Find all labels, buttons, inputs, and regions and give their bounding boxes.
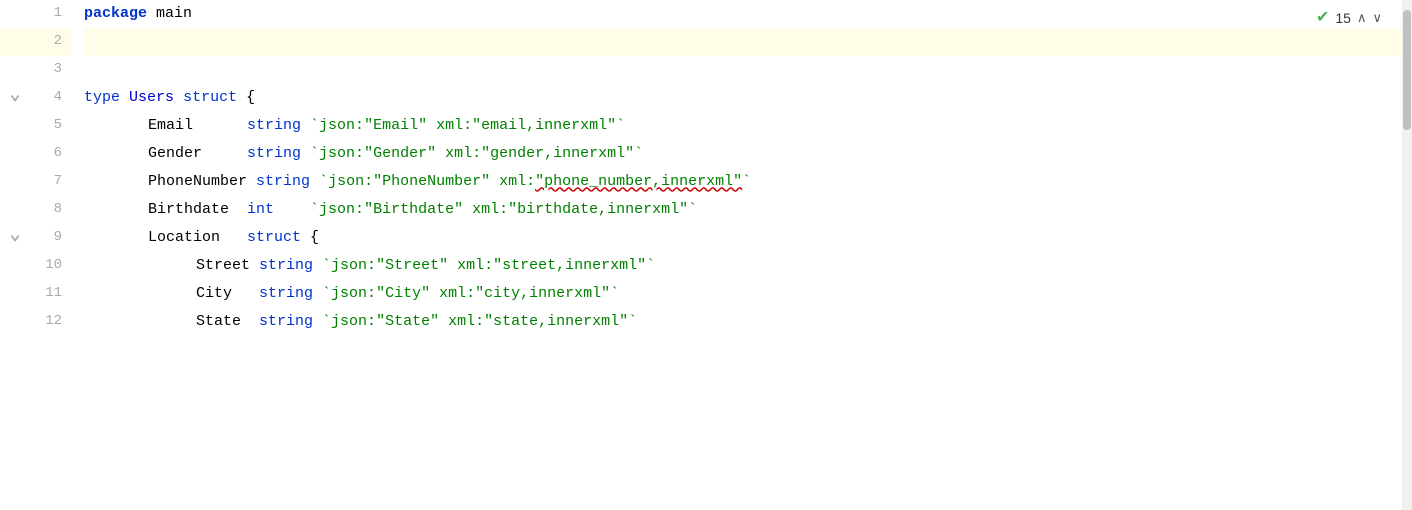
line-number-2: 2 (0, 28, 72, 56)
code-line-8: Birthdate int `json:"Birthdate" xml:"bir… (84, 196, 1412, 224)
line-number-10: 10 (0, 252, 72, 280)
token-package: package (84, 2, 147, 25)
line-number-6: 6 (0, 140, 72, 168)
line-number-1: 1 (0, 0, 72, 28)
line-gutter: 1 2 3 4 5 6 (0, 0, 72, 510)
line-number-12: 12 (0, 308, 72, 336)
code-line-9: Location struct { (84, 224, 1412, 252)
editor: ✔ 15 ∧ ∨ 1 2 3 4 (0, 0, 1412, 510)
code-line-7: PhoneNumber string `json:"PhoneNumber" x… (84, 168, 1412, 196)
fold-icon-9[interactable] (8, 231, 22, 245)
line-number-8: 8 (0, 196, 72, 224)
code-line-2 (84, 28, 1412, 56)
token-main: main (147, 2, 192, 25)
code-line-5: Email string `json:"Email" xml:"email,in… (84, 112, 1412, 140)
line-number-11: 11 (0, 280, 72, 308)
code-line-4: type Users struct { (84, 84, 1412, 112)
code-line-1: package main (84, 0, 1412, 28)
line-number-4: 4 (0, 84, 72, 112)
code-line-10: Street string `json:"Street" xml:"street… (84, 252, 1412, 280)
token-type-kw: type (84, 86, 120, 109)
line-number-3: 3 (0, 56, 72, 84)
code-line-3 (84, 56, 1412, 84)
code-line-12: State string `json:"State" xml:"state,in… (84, 308, 1412, 336)
token-struct-kw: struct (183, 86, 237, 109)
scrollbar[interactable] (1402, 0, 1412, 510)
line-number-7: 7 (0, 168, 72, 196)
line-number-9: 9 (0, 224, 72, 252)
line-numbers: 1 2 3 4 5 6 (0, 0, 72, 336)
line-number-5: 5 (0, 112, 72, 140)
token-users: Users (129, 86, 174, 109)
code-area[interactable]: package main type Users struct { Email s… (72, 0, 1412, 510)
scrollbar-thumb[interactable] (1403, 10, 1411, 130)
code-lines: package main type Users struct { Email s… (72, 0, 1412, 336)
fold-icon-4[interactable] (8, 91, 22, 105)
code-line-6: Gender string `json:"Gender" xml:"gender… (84, 140, 1412, 168)
token-phone-xml: "phone_number,innerxml" (535, 170, 742, 193)
code-line-11: City string `json:"City" xml:"city,inner… (84, 280, 1412, 308)
